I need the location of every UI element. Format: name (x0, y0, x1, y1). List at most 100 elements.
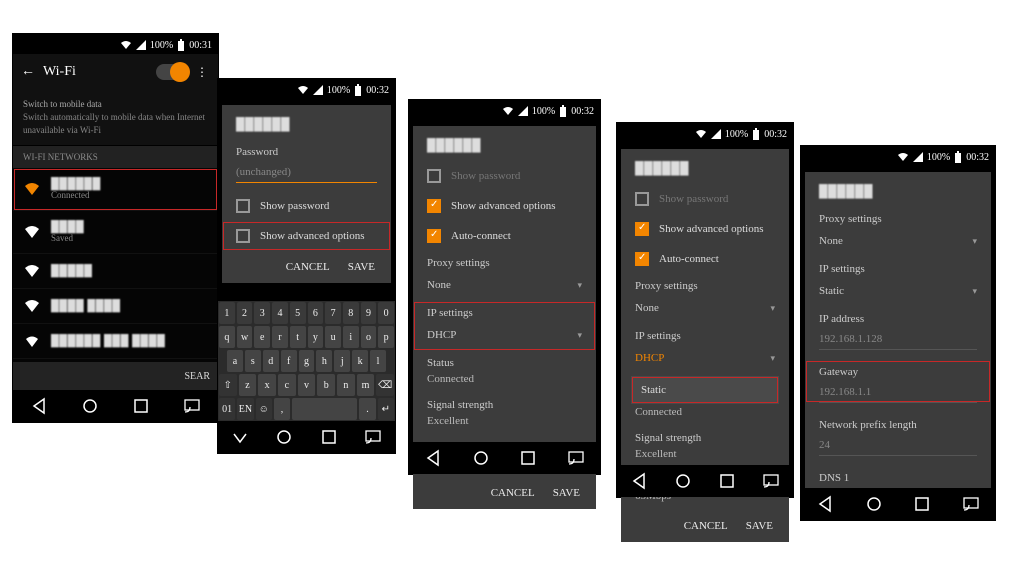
key-⌫[interactable]: ⌫ (376, 374, 394, 396)
key-space[interactable] (292, 398, 357, 420)
nav-home-icon[interactable] (472, 449, 490, 467)
password-label: Password (222, 140, 391, 162)
network-row[interactable]: ████ ████ (13, 289, 218, 324)
key-2[interactable]: 2 (237, 302, 253, 324)
show-password-checkbox[interactable]: Show password (413, 161, 596, 191)
network-list: ██████ Connected ████Saved █████ ████ ██… (13, 168, 218, 394)
key-c[interactable]: c (278, 374, 296, 396)
key-x[interactable]: x (258, 374, 276, 396)
ip-dropdown-open[interactable]: DHCP▾ (621, 346, 789, 374)
dialog-title: ██████ (413, 126, 596, 161)
key-4[interactable]: 4 (272, 302, 288, 324)
key-01[interactable]: 01 (219, 398, 235, 420)
key-,[interactable]: , (274, 398, 290, 420)
nav-home-icon[interactable] (81, 397, 99, 415)
network-row[interactable]: █████ (13, 254, 218, 289)
nav-home-icon[interactable] (275, 428, 293, 446)
key-y[interactable]: y (308, 326, 324, 348)
search-button[interactable]: SEAR (13, 362, 218, 390)
show-advanced-checkbox[interactable]: Show advanced options (222, 221, 391, 251)
key-a[interactable]: a (227, 350, 243, 372)
key-v[interactable]: v (298, 374, 316, 396)
wifi-dialog: ██████ Password (unchanged) Show passwor… (222, 105, 391, 283)
key-1[interactable]: 1 (219, 302, 235, 324)
key-u[interactable]: u (325, 326, 341, 348)
nav-back-icon[interactable] (424, 449, 442, 467)
cancel-button[interactable]: CANCEL (286, 261, 330, 273)
screen-dialog-password: 100% 00:32 ██████ Password (unchanged) S… (218, 79, 395, 453)
nav-cast-icon[interactable] (567, 449, 585, 467)
cancel-button[interactable]: CANCEL (491, 487, 535, 499)
key-s[interactable]: s (245, 350, 261, 372)
ip-option-static[interactable]: Static (631, 376, 779, 404)
key-h[interactable]: h (316, 350, 332, 372)
key-3[interactable]: 3 (254, 302, 270, 324)
password-input[interactable]: (unchanged) (236, 162, 377, 183)
key-6[interactable]: 6 (308, 302, 324, 324)
show-password-checkbox[interactable]: Show password (222, 191, 391, 221)
key-g[interactable]: g (299, 350, 315, 372)
nav-back-icon[interactable] (231, 428, 249, 446)
key-e[interactable]: e (254, 326, 270, 348)
key-5[interactable]: 5 (290, 302, 306, 324)
key-d[interactable]: d (263, 350, 279, 372)
network-row[interactable]: ██████ ███ ████ (13, 324, 218, 359)
nav-recent-icon[interactable] (132, 397, 150, 415)
nav-cast-icon[interactable] (183, 397, 201, 415)
gateway-input[interactable]: 192.168.1.1 (819, 382, 977, 403)
key-w[interactable]: w (237, 326, 253, 348)
key-.[interactable]: . (359, 398, 375, 420)
proxy-dropdown[interactable]: None▾ (413, 273, 596, 301)
wifi-icon (297, 85, 309, 95)
key-o[interactable]: o (361, 326, 377, 348)
save-button[interactable]: SAVE (746, 520, 773, 532)
ip-dropdown[interactable]: DHCP▾ (413, 323, 596, 351)
key-t[interactable]: t (290, 326, 306, 348)
auto-connect-checkbox[interactable]: Auto-connect (413, 221, 596, 251)
key-↵[interactable]: ↵ (378, 398, 394, 420)
nav-cast-icon[interactable] (364, 428, 382, 446)
key-j[interactable]: j (334, 350, 350, 372)
key-7[interactable]: 7 (325, 302, 341, 324)
key-n[interactable]: n (337, 374, 355, 396)
switch-mobile-block[interactable]: Switch to mobile data Switch automatical… (13, 90, 218, 145)
key-r[interactable]: r (272, 326, 288, 348)
key-m[interactable]: m (357, 374, 375, 396)
overflow-icon[interactable]: ⋮ (196, 65, 210, 80)
networks-header: WI-FI NETWORKS (13, 145, 218, 168)
ip-dropdown[interactable]: Static▾ (805, 279, 991, 307)
nav-bar (13, 390, 218, 422)
nav-recent-icon[interactable] (519, 449, 537, 467)
prefix-input[interactable]: 24 (819, 435, 977, 456)
key-0[interactable]: 0 (378, 302, 394, 324)
screen-wifi-list: 100% 00:31 ← Wi-Fi ⋮ Switch to mobile da… (13, 34, 218, 422)
key-q[interactable]: q (219, 326, 235, 348)
keyboard[interactable]: 1234567890 qwertyuiop asdfghjkl ⇧zxcvbnm… (218, 301, 395, 421)
nav-back-icon[interactable] (30, 397, 48, 415)
save-button[interactable]: SAVE (553, 487, 580, 499)
nav-recent-icon[interactable] (320, 428, 338, 446)
network-row-connected[interactable]: ██████ Connected (13, 168, 218, 211)
cancel-button[interactable]: CANCEL (684, 520, 728, 532)
key-⇧[interactable]: ⇧ (219, 374, 237, 396)
key-l[interactable]: l (370, 350, 386, 372)
key-b[interactable]: b (317, 374, 335, 396)
key-EN[interactable]: EN (237, 398, 253, 420)
show-advanced-checkbox[interactable]: Show advanced options (413, 191, 596, 221)
key-k[interactable]: k (352, 350, 368, 372)
wifi-toggle[interactable] (156, 64, 188, 80)
key-p[interactable]: p (378, 326, 394, 348)
key-☺[interactable]: ☺ (256, 398, 272, 420)
ip-address-input[interactable]: 192.168.1.128 (819, 329, 977, 350)
key-i[interactable]: i (343, 326, 359, 348)
key-8[interactable]: 8 (343, 302, 359, 324)
key-f[interactable]: f (281, 350, 297, 372)
key-z[interactable]: z (239, 374, 257, 396)
key-9[interactable]: 9 (361, 302, 377, 324)
battery-icon (177, 39, 185, 51)
network-row[interactable]: ████Saved (13, 211, 218, 254)
ssid: ██████ (51, 178, 101, 190)
back-icon[interactable]: ← (21, 64, 35, 80)
save-button[interactable]: SAVE (348, 261, 375, 273)
signal-icon (313, 85, 323, 95)
